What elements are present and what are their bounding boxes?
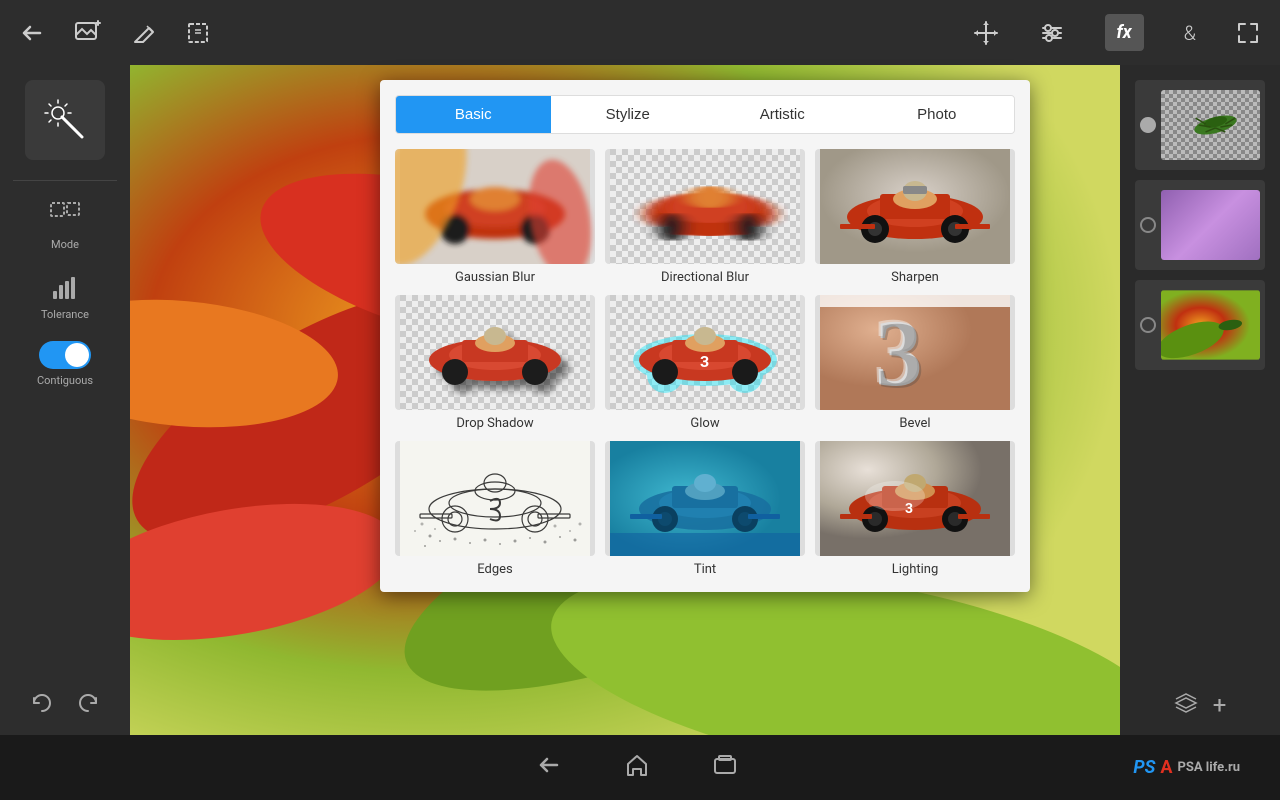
draw-tool-button[interactable] [132, 21, 156, 45]
effects-panel: Basic Stylize Artistic Photo [380, 80, 1030, 592]
left-sidebar: Mode Tolerance Contiguous [0, 65, 130, 735]
svg-text:3: 3 [700, 352, 709, 371]
layer-thumb-2 [1161, 190, 1260, 260]
layer-item-2[interactable] [1135, 180, 1265, 270]
bottom-nav [140, 751, 1133, 785]
thumb-glow: 3 [605, 295, 805, 410]
nav-back-button[interactable] [535, 751, 563, 785]
nav-home-button[interactable] [623, 751, 651, 785]
bottom-toolbar: PS A PSA life.ru [0, 735, 1280, 800]
toolbar-center: fx & [973, 14, 1260, 51]
mode-tool[interactable]: Mode [49, 201, 81, 251]
adjustments-button[interactable] [1039, 20, 1065, 46]
right-sidebar: + [1120, 65, 1280, 735]
effect-glow[interactable]: 3 Glow [605, 295, 805, 431]
effect-tint[interactable]: Tint [605, 441, 805, 577]
add-layer-button[interactable]: + [1213, 691, 1227, 720]
svg-text:3: 3 [877, 302, 925, 408]
layer-controls: + [1174, 691, 1227, 720]
layer-radio-2[interactable] [1140, 217, 1156, 233]
fx-button[interactable]: fx [1105, 14, 1144, 51]
effect-lighting[interactable]: 3 Lighting [815, 441, 1015, 577]
filter-tabs: Basic Stylize Artistic Photo [395, 95, 1015, 134]
label-directional-blur: Directional Blur [661, 270, 749, 285]
contiguous-control[interactable]: Contiguous [37, 341, 93, 387]
label-sharpen: Sharpen [891, 270, 939, 285]
layer-radio-3[interactable] [1140, 317, 1156, 333]
layer-item-3[interactable] [1135, 280, 1265, 370]
tolerance-tool[interactable]: Tolerance [41, 271, 89, 321]
label-glow: Glow [690, 416, 719, 431]
toggle-knob [65, 343, 89, 367]
top-toolbar: fx & [0, 0, 1280, 65]
redo-button[interactable] [75, 690, 101, 720]
label-lighting: Lighting [892, 562, 939, 577]
toolbar-left [20, 19, 210, 47]
effect-sharpen[interactable]: Sharpen [815, 149, 1015, 285]
move-tool-button[interactable] [973, 20, 999, 46]
label-edges: Edges [477, 562, 513, 577]
thumb-gaussian-blur [395, 149, 595, 264]
tab-stylize[interactable]: Stylize [551, 96, 706, 133]
selection-tool-button[interactable] [186, 21, 210, 45]
label-gaussian-blur: Gaussian Blur [455, 270, 535, 285]
wand-tool-display [25, 80, 105, 160]
tab-artistic[interactable]: Artistic [705, 96, 860, 133]
effect-gaussian-blur[interactable]: Gaussian Blur [395, 149, 595, 285]
label-bevel: Bevel [899, 416, 930, 431]
thumb-directional-blur [605, 149, 805, 264]
nav-recent-button[interactable] [711, 751, 739, 785]
expand-button[interactable] [1236, 21, 1260, 45]
brand-logo: PS A PSA life.ru [1133, 757, 1240, 778]
layers-icon[interactable] [1174, 691, 1198, 720]
undo-button[interactable] [29, 690, 55, 720]
thumb-edges [395, 441, 595, 556]
layer-radio-1[interactable] [1140, 117, 1156, 133]
combine-button[interactable]: & [1184, 21, 1196, 45]
tab-photo[interactable]: Photo [860, 96, 1015, 133]
thumb-sharpen [815, 149, 1015, 264]
effect-bevel[interactable]: 3 3 3 Bevel [815, 295, 1015, 431]
effect-drop-shadow[interactable]: Drop Shadow [395, 295, 595, 431]
layer-item-1[interactable] [1135, 80, 1265, 170]
thumb-bevel: 3 3 3 [815, 295, 1015, 410]
label-tint: Tint [694, 562, 716, 577]
layer-thumb-3 [1161, 290, 1260, 360]
effects-grid: Gaussian Blur [395, 149, 1015, 577]
contiguous-toggle[interactable] [39, 341, 91, 369]
thumb-drop-shadow [395, 295, 595, 410]
svg-text:3: 3 [905, 501, 913, 517]
effect-directional-blur[interactable]: Directional Blur [605, 149, 805, 285]
effect-edges[interactable]: Edges [395, 441, 595, 577]
label-drop-shadow: Drop Shadow [456, 416, 533, 431]
sidebar-divider-1 [13, 180, 117, 181]
layer-thumb-1 [1161, 90, 1260, 160]
undo-redo-controls [29, 690, 101, 720]
back-button[interactable] [20, 21, 44, 45]
thumb-lighting: 3 [815, 441, 1015, 556]
thumb-tint [605, 441, 805, 556]
tab-basic[interactable]: Basic [396, 96, 551, 133]
add-image-button[interactable] [74, 19, 102, 47]
